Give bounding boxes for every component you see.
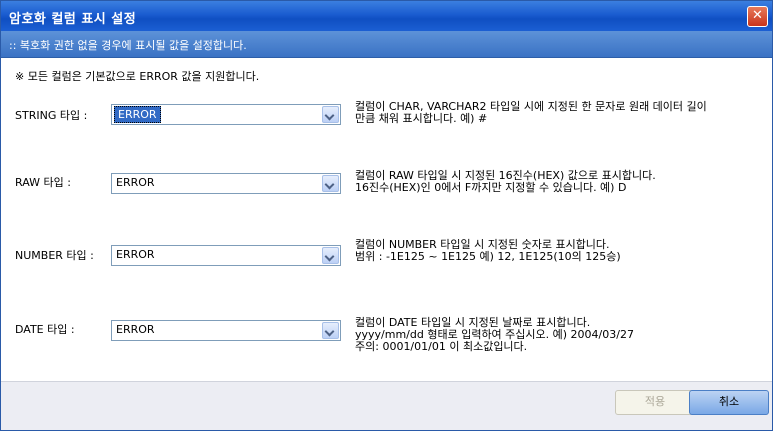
chevron-down-icon[interactable] <box>322 322 339 339</box>
raw-type-label: RAW 타입 : <box>15 176 71 189</box>
window-title: 암호화 컬럼 표시 설정 <box>9 12 137 27</box>
string-type-value: ERROR <box>114 106 161 123</box>
string-type-label: STRING 타입 : <box>15 109 88 122</box>
apply-button[interactable]: 적용 <box>615 390 695 415</box>
dialog-window: 암호화 컬럼 표시 설정 ✕ :: 복호화 권한 없을 경우에 표시될 값을 설… <box>0 0 773 431</box>
date-type-select[interactable]: ERROR <box>111 320 341 341</box>
raw-type-select[interactable]: ERROR <box>111 173 341 194</box>
date-type-description: 컬럼이 DATE 타입일 시 지정된 날짜로 표시합니다. yyyy/mm/dd… <box>355 317 634 353</box>
number-type-select[interactable]: ERROR <box>111 245 341 266</box>
number-type-label: NUMBER 타입 : <box>15 249 94 262</box>
date-type-value: ERROR <box>116 323 155 336</box>
close-button[interactable]: ✕ <box>747 6 768 27</box>
string-type-description-line: 만큼 채워 표시합니다. 예) # <box>355 112 488 125</box>
string-type-description: 컬럼이 CHAR, VARCHAR2 타입일 시에 지정된 한 문자로 원래 데… <box>355 101 707 125</box>
description-header: :: 복호화 권한 없을 경우에 표시될 값을 설정합니다. <box>1 31 772 58</box>
number-type-description-line: 범위 : -1E125 ~ 1E125 예) 12, 1E125(10의 125… <box>355 250 621 263</box>
date-type-label: DATE 타입 : <box>15 323 75 336</box>
cancel-button[interactable]: 취소 <box>689 390 769 415</box>
raw-type-description-line: 16진수(HEX)인 0에서 F까지만 지정할 수 있습니다. 예) D <box>355 181 627 194</box>
title-bar[interactable]: 암호화 컬럼 표시 설정 ✕ <box>1 1 772 31</box>
chevron-down-icon[interactable] <box>322 175 339 192</box>
chevron-down-icon[interactable] <box>322 247 339 264</box>
default-notice: ※ 모든 컬럼은 기본값으로 ERROR 값을 지원합니다. <box>15 70 260 83</box>
string-type-select[interactable]: ERROR <box>111 104 341 125</box>
chevron-down-icon[interactable] <box>322 106 339 123</box>
raw-type-value: ERROR <box>116 176 155 189</box>
date-type-description-line: 주의: 0001/01/01 이 최소값입니다. <box>355 340 528 353</box>
description-header-text: :: 복호화 권한 없을 경우에 표시될 값을 설정합니다. <box>9 39 247 52</box>
raw-type-description: 컬럼이 RAW 타입일 시 지정된 16진수(HEX) 값으로 표시합니다. 1… <box>355 170 656 194</box>
number-type-description: 컬럼이 NUMBER 타입일 시 지정된 숫자로 표시합니다. 범위 : -1E… <box>355 239 621 263</box>
number-type-value: ERROR <box>116 248 155 261</box>
